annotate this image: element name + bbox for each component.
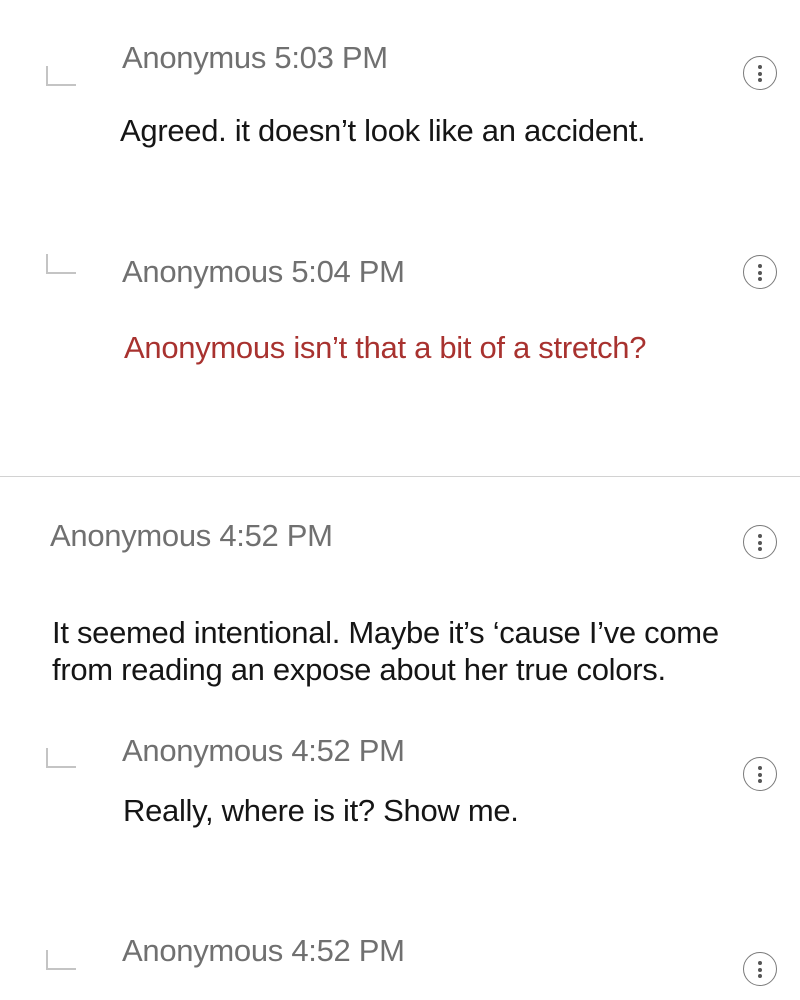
comment-time: 4:52 PM <box>291 733 405 768</box>
comment-author: Anonymus <box>122 40 267 75</box>
comment-author: Anonymous <box>122 254 284 289</box>
reply-indicator-icon <box>46 950 76 970</box>
comment-time: 4:52 PM <box>219 518 333 553</box>
more-options-icon[interactable] <box>743 255 777 289</box>
more-options-icon[interactable] <box>743 525 777 559</box>
comment-author: Anonymous <box>122 733 284 768</box>
more-options-icon[interactable] <box>743 56 777 90</box>
comment-time: 5:03 PM <box>274 40 388 75</box>
comment-time: 5:04 PM <box>291 254 405 289</box>
comment-text: Really, where is it? Show me. <box>123 793 519 828</box>
comment-text: Agreed. it doesn’t look like an accident… <box>120 113 646 148</box>
thread-divider <box>0 476 800 477</box>
comment-text: It seemed intentional. Maybe it’s ‘cause… <box>52 615 719 687</box>
reply-indicator-icon <box>46 66 76 86</box>
comment-meta: Anonymous 4:52 PM <box>122 733 405 769</box>
comment-meta: Anonymus 5:03 PM <box>122 40 388 76</box>
reply-indicator-icon <box>46 748 76 768</box>
comment-meta: Anonymous 5:04 PM <box>122 254 405 290</box>
comment-meta: Anonymous 4:52 PM <box>50 518 333 554</box>
comment-author: Anonymous <box>50 518 212 553</box>
comment-author: Anonymous <box>122 933 284 968</box>
more-options-icon[interactable] <box>743 952 777 986</box>
reply-indicator-icon <box>46 254 76 274</box>
comment-time: 4:52 PM <box>291 933 405 968</box>
comment-meta: Anonymous 4:52 PM <box>122 933 405 969</box>
more-options-icon[interactable] <box>743 757 777 791</box>
comment-text: Anonymous isn’t that a bit of a stretch? <box>124 330 647 365</box>
